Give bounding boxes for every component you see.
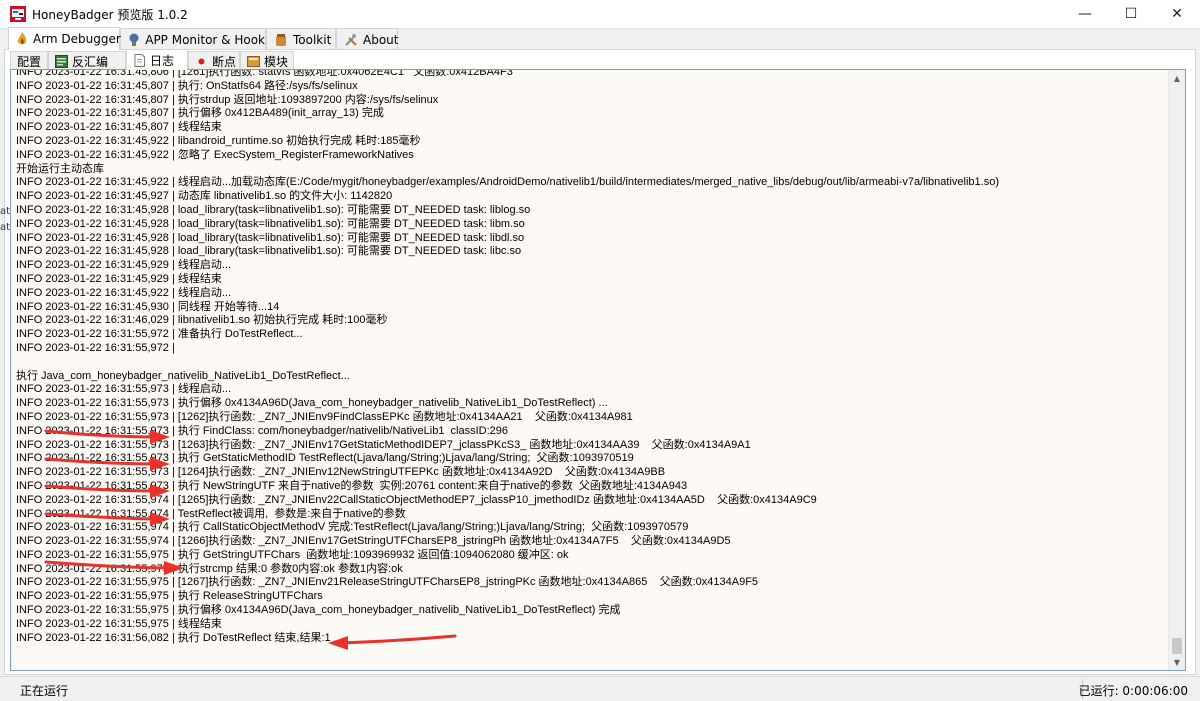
tools-icon <box>344 33 358 47</box>
log-line: INFO 2023-01-22 16:31:55,973 | 线程启动... <box>16 383 232 396</box>
log-line: INFO 2023-01-22 16:31:46,029 | libnative… <box>16 314 388 327</box>
log-line: INFO 2023-01-22 16:31:56,082 | 执行 DoTest… <box>16 631 331 644</box>
log-line: INFO 2023-01-22 16:31:55,974 | [1266]执行函… <box>16 535 731 548</box>
light-bulb-icon <box>128 33 140 47</box>
log-line: INFO 2023-01-22 16:31:45,922 | 线程启动...加载… <box>16 176 999 189</box>
breakpoint-dot-icon <box>195 55 208 68</box>
log-line: INFO 2023-01-22 16:31:45,807 | 执行strdup … <box>16 93 439 106</box>
vertical-scrollbar[interactable]: ▲ ▼ <box>1168 70 1185 670</box>
minimize-icon: — <box>1078 6 1092 22</box>
log-line: INFO 2023-01-22 16:31:55,973 | 执行 FindCl… <box>16 424 509 437</box>
log-icon <box>133 53 146 67</box>
tab-config[interactable]: 配置 <box>10 51 48 70</box>
log-line: INFO 2023-01-22 16:31:55,975 | 执行 GetStr… <box>16 548 569 561</box>
tab-label: 模块 <box>264 54 289 69</box>
scroll-up-arrow-icon[interactable]: ▲ <box>1169 70 1185 86</box>
close-button[interactable]: ✕ <box>1154 0 1200 28</box>
tab-label: Arm Debugger <box>33 32 121 46</box>
tab-toolkit[interactable]: Toolkit <box>266 28 336 50</box>
log-text: INFO 2023-01-22 16:31:45,806 | [1261]执行函… <box>16 69 1166 645</box>
status-bar: 正在运行 已运行: 0:00:06:00 <box>0 676 1200 701</box>
log-line: INFO 2023-01-22 16:31:45,807 | 执行偏移 0x41… <box>16 107 384 120</box>
log-line: INFO 2023-01-22 16:31:45,927 | 动态库 libna… <box>16 190 393 203</box>
log-line: INFO 2023-01-22 16:31:45,928 | load_libr… <box>16 203 531 216</box>
maximize-icon: ☐ <box>1124 6 1138 22</box>
module-icon <box>247 55 260 68</box>
minimize-button[interactable]: — <box>1062 0 1108 28</box>
log-line: INFO 2023-01-22 16:31:45,807 | 线程结束 <box>16 121 222 134</box>
window-title: HoneyBadger 预览版 1.0.2 <box>32 8 188 22</box>
tab-arm-debugger[interactable]: Arm Debugger <box>8 27 121 50</box>
log-line: INFO 2023-01-22 16:31:55,975 | 线程结束 <box>16 617 222 630</box>
toolkit-jar-icon <box>274 33 288 47</box>
background-window-fragment: at <box>0 206 11 217</box>
scrollbar-thumb[interactable] <box>1172 638 1182 654</box>
maximize-button[interactable]: ☐ <box>1108 0 1154 28</box>
log-line: INFO 2023-01-22 16:31:55,974 | TestRefle… <box>16 507 406 520</box>
log-line: INFO 2023-01-22 16:31:55,973 | 执行 GetSta… <box>16 452 634 465</box>
log-line: INFO 2023-01-22 16:31:45,929 | 线程启动... <box>16 259 232 272</box>
log-line: INFO 2023-01-22 16:31:45,928 | load_libr… <box>16 231 525 244</box>
log-line: INFO 2023-01-22 16:31:55,973 | [1264]执行函… <box>16 466 666 479</box>
log-line: INFO 2023-01-22 16:31:45,929 | 线程结束 <box>16 272 222 285</box>
log-output-area[interactable]: INFO 2023-01-22 16:31:45,806 | [1261]执行函… <box>10 69 1186 671</box>
log-line: INFO 2023-01-22 16:31:55,973 | 执行偏移 0x41… <box>16 397 608 410</box>
log-line: 开始运行主动态库 <box>16 162 104 175</box>
status-text: 正在运行 <box>20 684 69 698</box>
log-line: INFO 2023-01-22 16:31:55,974 | [1265]执行函… <box>16 493 817 506</box>
log-line: INFO 2023-01-22 16:31:55,973 | [1263]执行函… <box>16 438 751 451</box>
tab-label: 断点 <box>212 54 237 69</box>
log-line: INFO 2023-01-22 16:31:45,922 | libandroi… <box>16 134 421 147</box>
tab-label: 日志 <box>150 53 175 68</box>
tab-label: APP Monitor & Hook <box>145 32 265 47</box>
tab-modules[interactable]: 模块 <box>240 51 294 70</box>
tab-log[interactable]: 日志 <box>126 49 188 70</box>
log-line: INFO 2023-01-22 16:31:55,975 | 执行 Releas… <box>16 590 323 603</box>
log-line: INFO 2023-01-22 16:31:55,975 | 执行strcmp … <box>16 562 403 575</box>
log-line: INFO 2023-01-22 16:31:45,806 | [1261]执行函… <box>16 69 513 78</box>
log-line: INFO 2023-01-22 16:31:45,807 | 执行: OnSta… <box>16 79 358 92</box>
log-line: INFO 2023-01-22 16:31:45,928 | load_libr… <box>16 245 522 258</box>
main-tab-bar: Arm Debugger APP Monitor & Hook Toolkit … <box>0 27 1200 50</box>
app-logo-icon <box>10 6 26 22</box>
log-line: INFO 2023-01-22 16:31:55,974 | 执行 CallSt… <box>16 521 689 534</box>
log-line: INFO 2023-01-22 16:31:55,973 | [1262]执行函… <box>16 410 633 423</box>
tab-label: Toolkit <box>293 32 332 47</box>
title-bar: HoneyBadger 预览版 1.0.2 — ☐ ✕ <box>0 0 1200 29</box>
log-line: INFO 2023-01-22 16:31:55,972 | <box>16 341 175 354</box>
scroll-down-arrow-icon[interactable]: ▼ <box>1169 654 1185 670</box>
log-line: INFO 2023-01-22 16:31:45,928 | load_libr… <box>16 217 525 230</box>
tab-label: 反汇编 <box>72 54 109 69</box>
elapsed-time: 已运行: 0:00:06:00 <box>1078 684 1188 698</box>
disassembly-icon <box>55 54 68 68</box>
tab-app-monitor-hook[interactable]: APP Monitor & Hook <box>120 28 266 50</box>
tab-about[interactable]: About <box>336 28 398 50</box>
tab-label: 配置 <box>17 54 42 69</box>
log-line: INFO 2023-01-22 16:31:55,975 | 执行偏移 0x41… <box>16 604 621 617</box>
close-icon: ✕ <box>1171 6 1183 22</box>
log-line: INFO 2023-01-22 16:31:55,975 | [1267]执行函… <box>16 576 759 589</box>
log-line: INFO 2023-01-22 16:31:45,930 | 同线程 开始等待.… <box>16 300 280 313</box>
flame-icon <box>16 32 28 46</box>
log-line: INFO 2023-01-22 16:31:45,922 | 忽略了 ExecS… <box>16 148 414 161</box>
tab-breakpoint[interactable]: 断点 <box>188 51 240 70</box>
log-line: INFO 2023-01-22 16:31:55,973 | 执行 NewStr… <box>16 479 688 492</box>
log-line: INFO 2023-01-22 16:31:55,972 | 准备执行 DoTe… <box>16 328 303 341</box>
log-line: INFO 2023-01-22 16:31:45,922 | 线程启动... <box>16 286 232 299</box>
tab-disassembly[interactable]: 反汇编 <box>48 51 126 70</box>
log-line: 执行 Java_com_honeybadger_nativelib_Native… <box>16 369 350 382</box>
tab-label: About <box>363 32 399 47</box>
background-window-fragment: at <box>0 222 11 233</box>
